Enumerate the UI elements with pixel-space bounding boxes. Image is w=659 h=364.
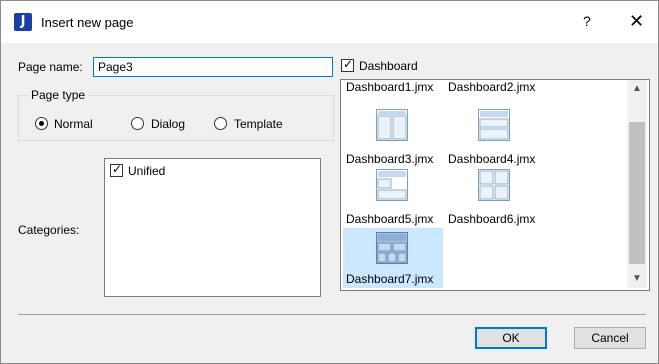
gallery-item-label[interactable]: Dashboard2.jmx — [448, 80, 546, 94]
gallery-item-dashboard1[interactable]: Dashboard1.jmx — [343, 80, 444, 98]
gallery-item-dashboard7[interactable]: Dashboard7.jmx — [343, 228, 443, 288]
title-bar: J Insert new page ? ✕ — [1, 1, 658, 43]
gallery-item-dashboard5[interactable]: Dashboard5.jmx — [343, 166, 444, 226]
template-gallery[interactable]: Dashboard1.jmx Dashboard2.jmx Dashboard3… — [340, 79, 650, 291]
categories-list[interactable]: ✓ Unified — [104, 158, 321, 297]
dashboard-filter-label[interactable]: Dashboard — [359, 59, 418, 73]
page-name-input[interactable] — [93, 57, 333, 77]
radio-normal-label[interactable]: Normal — [54, 117, 93, 131]
unified-label[interactable]: Unified — [128, 164, 165, 178]
gallery-item-label[interactable]: Dashboard6.jmx — [448, 212, 546, 226]
gallery-item-label[interactable]: Dashboard3.jmx — [346, 152, 444, 166]
insert-page-dialog: J Insert new page ? ✕ Page name: Page ty… — [0, 0, 659, 364]
gallery-item-dashboard4[interactable]: Dashboard4.jmx — [445, 106, 546, 166]
dashboard-two-column-icon — [376, 109, 408, 141]
gallery-item-dashboard6[interactable]: Dashboard6.jmx — [445, 166, 546, 226]
dialog-title: Insert new page — [41, 15, 134, 30]
dashboard-header-grid-icon — [376, 232, 408, 264]
dashboard-checkbox[interactable]: ✓ — [341, 57, 354, 72]
dashboard-header-rows-icon — [478, 109, 510, 141]
radio-dialog-label[interactable]: Dialog — [151, 117, 185, 131]
radio-normal-indicator[interactable] — [35, 117, 48, 130]
radio-template-label[interactable]: Template — [234, 117, 283, 131]
gallery-item-dashboard2[interactable]: Dashboard2.jmx — [445, 80, 546, 98]
app-logo-icon: J — [14, 13, 32, 31]
scroll-up-icon[interactable]: ▲ — [627, 80, 647, 98]
cancel-button[interactable]: Cancel — [574, 327, 646, 349]
gallery-scrollbar[interactable]: ▲ ▼ — [627, 80, 647, 288]
dashboard-quad-icon — [478, 169, 510, 201]
gallery-item-dashboard3[interactable]: Dashboard3.jmx — [343, 106, 444, 166]
gallery-item-label[interactable]: Dashboard7.jmx — [346, 272, 444, 286]
scrollbar-thumb[interactable] — [629, 122, 645, 264]
scroll-down-icon[interactable]: ▼ — [627, 270, 647, 288]
gallery-item-label[interactable]: Dashboard4.jmx — [448, 152, 546, 166]
unified-checkbox[interactable]: ✓ — [110, 162, 123, 177]
categories-label: Categories: — [18, 223, 80, 237]
ok-button[interactable]: OK — [475, 327, 547, 349]
footer-divider — [18, 314, 646, 315]
help-button[interactable]: ? — [583, 13, 591, 29]
dashboard-header-rows-icon — [376, 169, 408, 201]
checkmark-icon: ✓ — [112, 162, 123, 176]
page-type-label: Page type — [28, 88, 89, 102]
radio-dialog-indicator[interactable] — [131, 117, 144, 130]
gallery-item-label[interactable]: Dashboard1.jmx — [346, 80, 444, 94]
gallery-item-label[interactable]: Dashboard5.jmx — [346, 212, 444, 226]
page-name-label: Page name: — [18, 60, 83, 74]
close-icon[interactable]: ✕ — [629, 11, 644, 32]
radio-template-indicator[interactable] — [214, 117, 227, 130]
checkmark-icon: ✓ — [343, 57, 354, 71]
